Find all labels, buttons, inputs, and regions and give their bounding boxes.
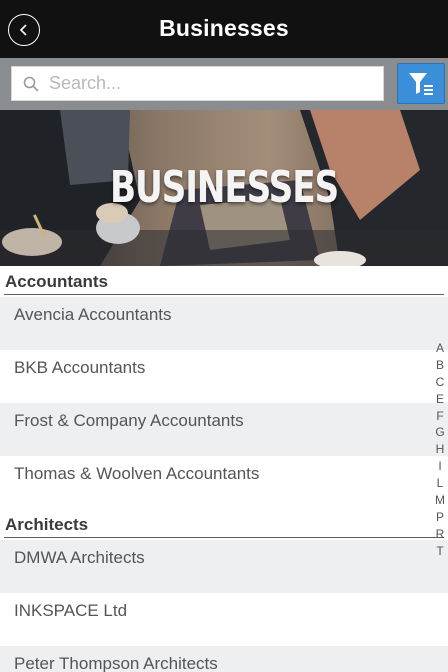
alpha-index-letter[interactable]: L <box>432 475 448 492</box>
list-item-label: Avencia Accountants <box>14 305 172 324</box>
alpha-index-letter[interactable]: B <box>432 357 448 374</box>
alpha-index-letter[interactable]: C <box>432 374 448 391</box>
filter-list-icon <box>409 72 433 95</box>
list-item[interactable]: Frost & Company Accountants <box>0 403 448 456</box>
alpha-index-letter[interactable]: R <box>432 526 448 543</box>
list-item-label: Peter Thompson Architects <box>14 654 218 672</box>
list-item-label: DMWA Architects <box>14 548 145 567</box>
search-bar <box>0 58 448 110</box>
alpha-index-letter[interactable]: A <box>432 340 448 357</box>
alpha-index-letter[interactable]: P <box>432 509 448 526</box>
alpha-index-letter[interactable]: M <box>432 492 448 509</box>
alpha-index-letter[interactable]: T <box>432 543 448 560</box>
section-header-accountants: Accountants <box>0 266 448 297</box>
list-item[interactable]: BKB Accountants <box>0 350 448 403</box>
list-item[interactable]: Thomas & Woolven Accountants <box>0 456 448 509</box>
business-list: Accountants Avencia Accountants BKB Acco… <box>0 266 448 672</box>
banner-image: BUSINESSES <box>0 110 448 266</box>
list-item-label: Frost & Company Accountants <box>14 411 244 430</box>
search-icon <box>23 76 39 92</box>
list-item-label: BKB Accountants <box>14 358 146 377</box>
section-divider <box>4 294 444 295</box>
filter-button[interactable] <box>397 63 445 104</box>
top-bar: Businesses <box>0 0 448 58</box>
search-input[interactable] <box>49 73 369 94</box>
section-title: Architects <box>5 515 89 534</box>
list-item[interactable]: DMWA Architects <box>0 540 448 593</box>
list-item[interactable]: Avencia Accountants <box>0 297 448 350</box>
alpha-index-letter[interactable]: G <box>432 424 448 441</box>
list-item-label: Thomas & Woolven Accountants <box>14 464 260 483</box>
alpha-index-letter[interactable]: F <box>432 408 448 425</box>
list-item[interactable]: Peter Thompson Architects <box>0 646 448 672</box>
search-box[interactable] <box>11 66 384 101</box>
alphabet-index[interactable]: A B C E F G H I L M P R T <box>432 340 448 560</box>
alpha-index-letter[interactable]: H <box>432 441 448 458</box>
banner-title: BUSINESSES <box>109 162 339 213</box>
section-title: Accountants <box>5 272 108 291</box>
list-item-label: INKSPACE Ltd <box>14 601 128 620</box>
alpha-index-letter[interactable]: E <box>432 391 448 408</box>
section-divider <box>4 537 444 538</box>
section-header-architects: Architects <box>0 509 448 540</box>
alpha-index-letter[interactable]: I <box>432 458 448 475</box>
page-title: Businesses <box>159 15 289 41</box>
list-item[interactable]: INKSPACE Ltd <box>0 593 448 646</box>
